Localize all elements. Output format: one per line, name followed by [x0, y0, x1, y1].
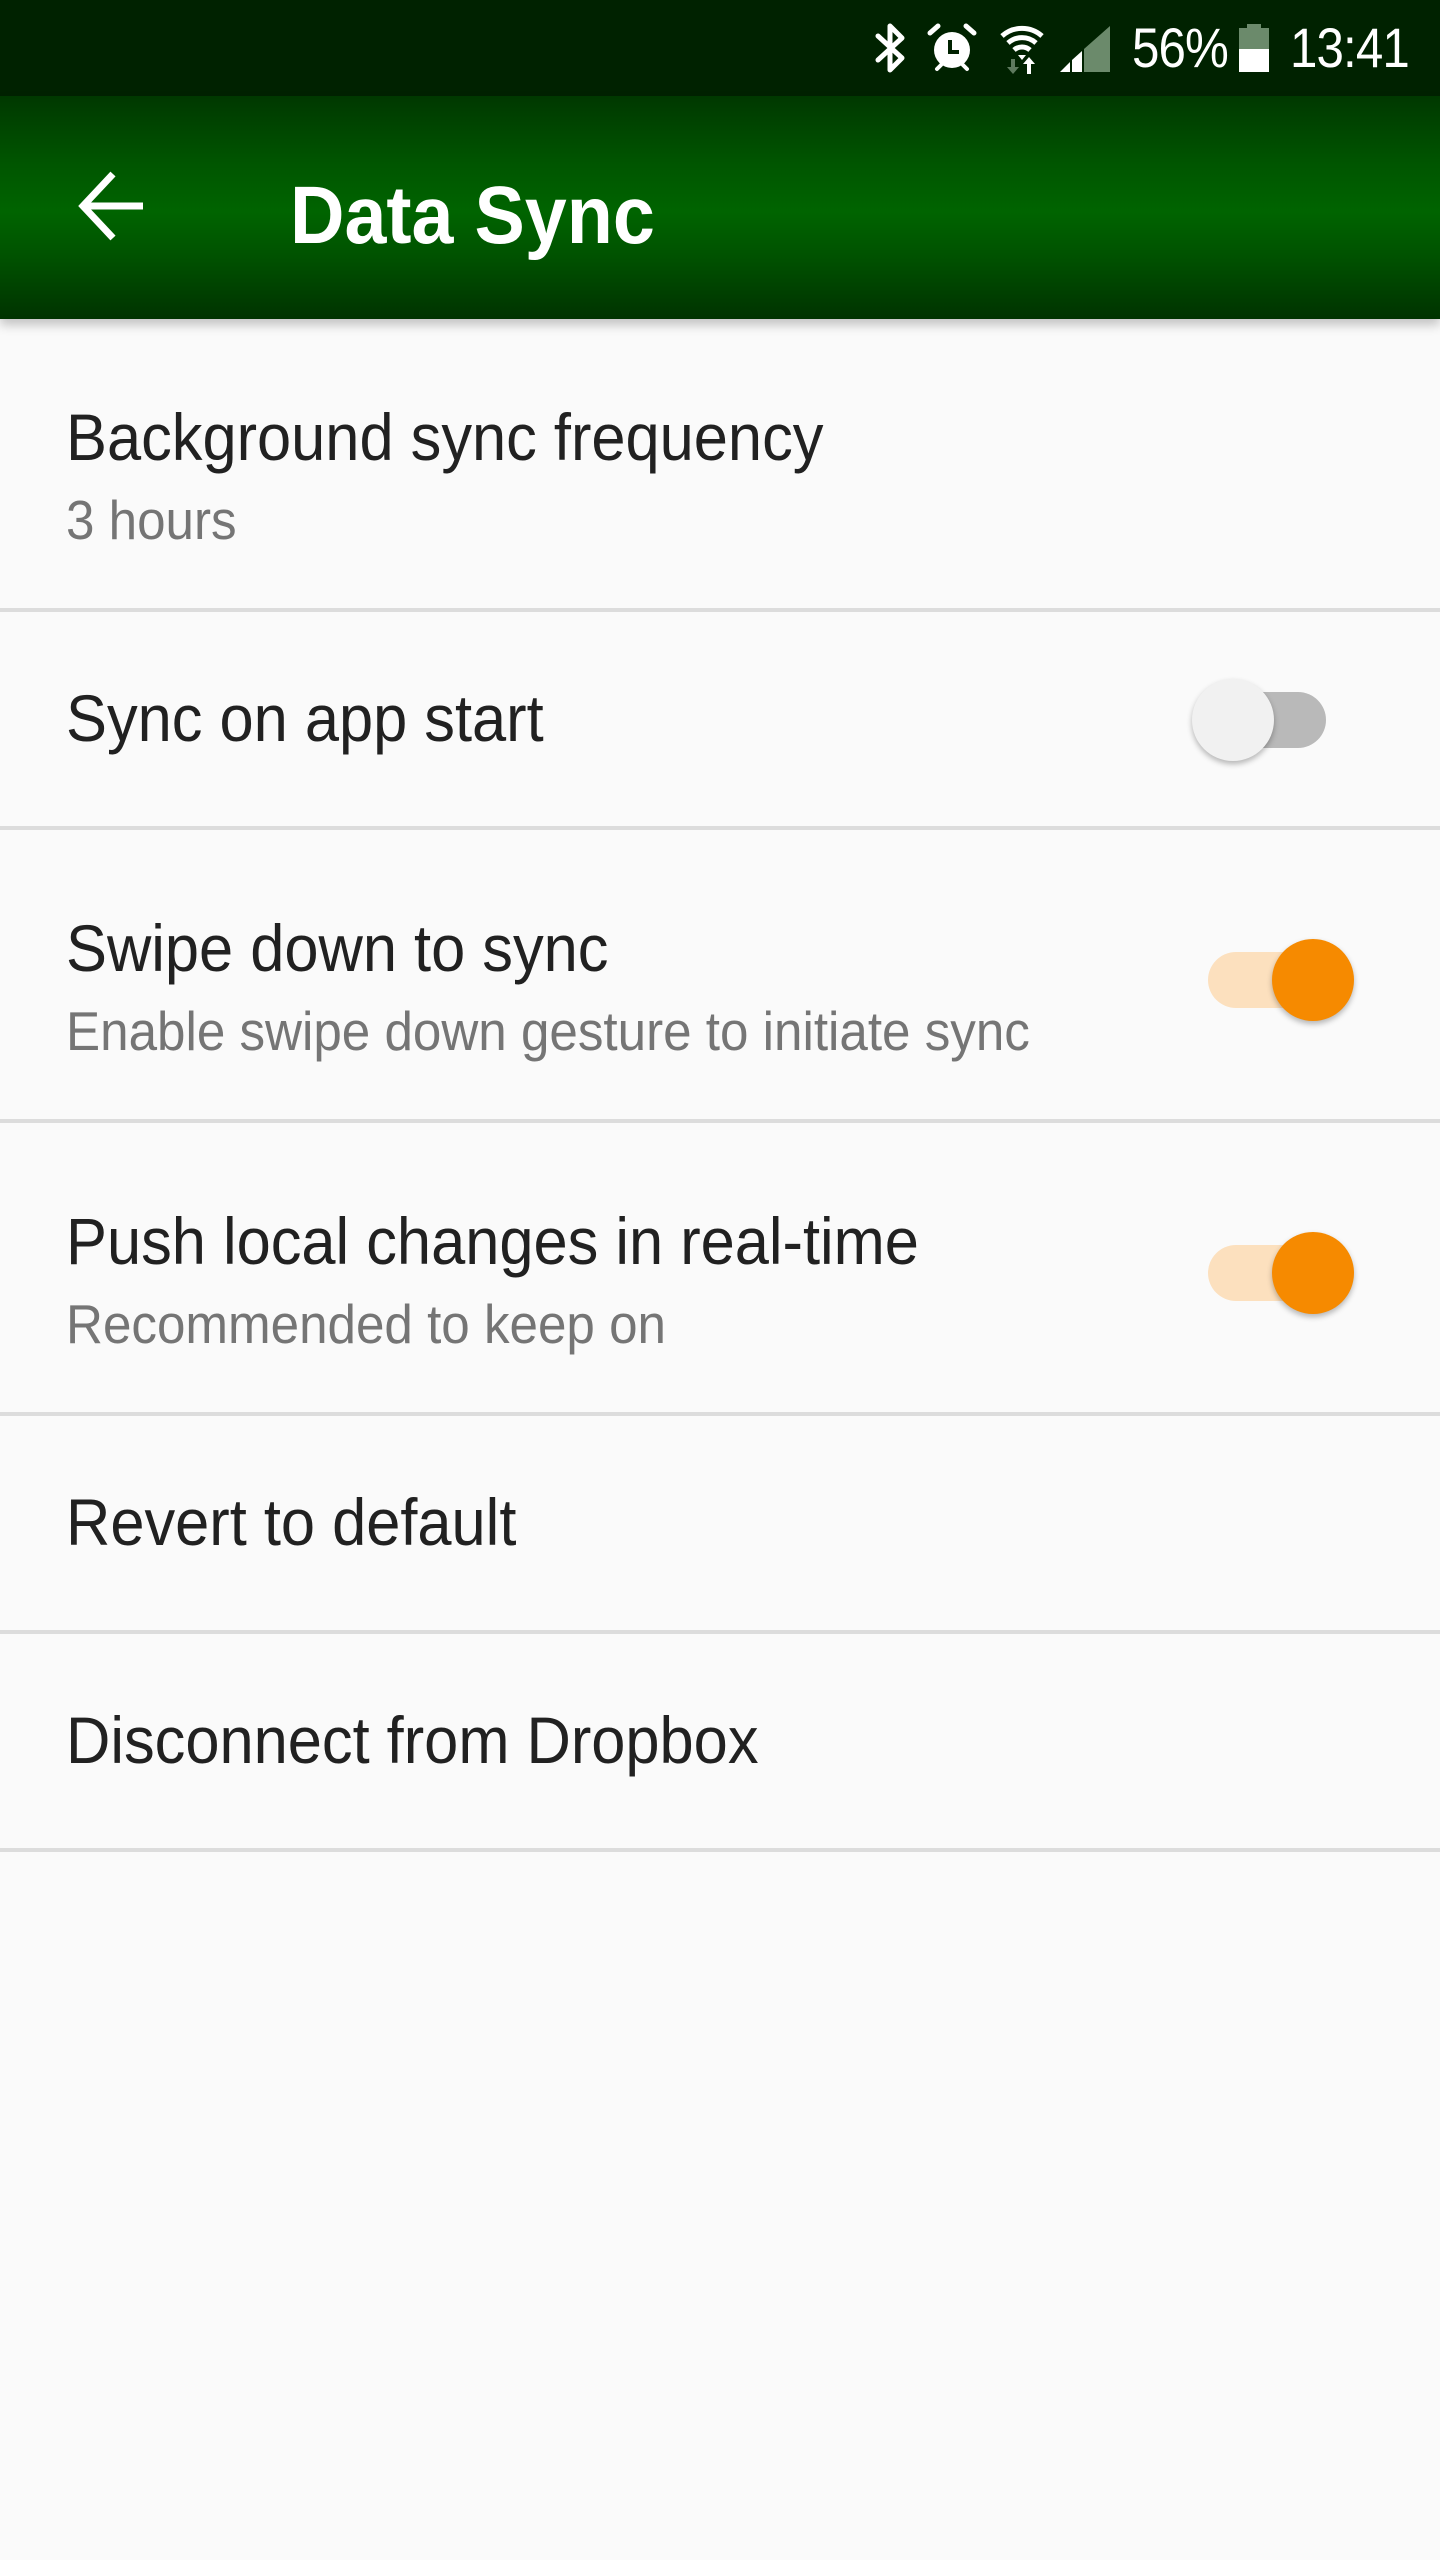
- page-title: Data Sync: [290, 170, 655, 261]
- settings-list: Background sync frequency 3 hours Sync o…: [0, 319, 1440, 1852]
- pref-title: Push local changes in real-time: [66, 1204, 919, 1278]
- arrow-left-icon: [77, 168, 147, 249]
- revert-to-default-button[interactable]: Revert to default: [0, 1416, 1440, 1634]
- push-local-changes-switch[interactable]: [1192, 1228, 1362, 1318]
- alarm-icon: [926, 22, 978, 74]
- switch-thumb: [1272, 1232, 1354, 1314]
- pref-swipe-down-to-sync[interactable]: Swipe down to sync Enable swipe down ges…: [0, 830, 1440, 1123]
- app-bar: Data Sync: [0, 96, 1440, 319]
- pref-title: Disconnect from Dropbox: [66, 1703, 759, 1777]
- back-button[interactable]: [64, 160, 160, 256]
- pref-title: Background sync frequency: [66, 400, 824, 474]
- pref-push-local-changes[interactable]: Push local changes in real-time Recommen…: [0, 1123, 1440, 1416]
- battery-percent: 56%: [1132, 16, 1229, 79]
- pref-sync-on-app-start[interactable]: Sync on app start: [0, 612, 1440, 830]
- pref-title: Revert to default: [66, 1485, 517, 1559]
- swipe-down-to-sync-switch[interactable]: [1192, 935, 1362, 1025]
- pref-summary: Enable swipe down gesture to initiate sy…: [66, 1000, 1030, 1062]
- bluetooth-icon: [874, 22, 908, 74]
- battery-icon: [1238, 22, 1270, 74]
- pref-title: Swipe down to sync: [66, 911, 609, 985]
- cell-signal-icon: [1058, 22, 1114, 74]
- switch-thumb: [1272, 939, 1354, 1021]
- pref-background-sync-frequency[interactable]: Background sync frequency 3 hours: [0, 319, 1440, 612]
- pref-summary: Recommended to keep on: [66, 1293, 666, 1355]
- disconnect-dropbox-button[interactable]: Disconnect from Dropbox: [0, 1634, 1440, 1852]
- pref-title: Sync on app start: [66, 681, 544, 755]
- clock: 13:41: [1290, 16, 1410, 79]
- sync-on-app-start-switch[interactable]: [1162, 675, 1332, 765]
- pref-summary: 3 hours: [66, 489, 237, 551]
- status-bar: 56% 13:41: [0, 0, 1440, 96]
- switch-thumb: [1192, 679, 1274, 761]
- wifi-icon: [998, 22, 1046, 74]
